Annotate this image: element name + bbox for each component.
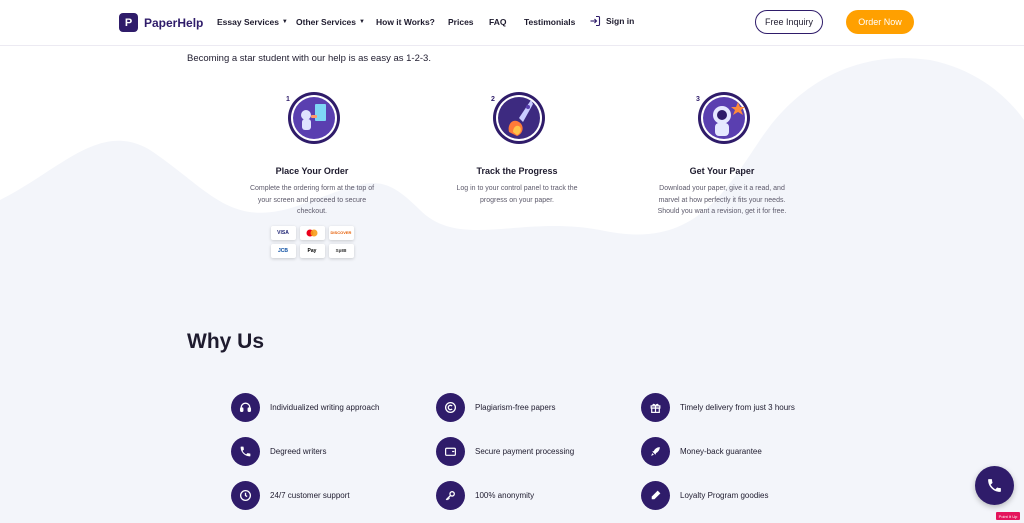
feature-label: 100% anonymity <box>475 491 535 500</box>
nav-prices[interactable]: Prices <box>448 17 474 27</box>
gift-icon <box>641 393 670 422</box>
step-title: Place Your Order <box>275 166 349 176</box>
nav-essay-services-label: Essay Services <box>217 17 279 27</box>
discover-card-icon: DISCOVER <box>328 225 354 240</box>
step-description: Complete the ordering form at the top of… <box>249 185 375 215</box>
sign-in-label: Sign in <box>606 16 635 26</box>
sepa-card-icon: Sp88 <box>328 243 354 258</box>
apple-pay-icon: Pay <box>299 243 325 258</box>
step-place-order: 1 Place Your Order Complete the ordering… <box>247 88 377 258</box>
nav-testimonials[interactable]: Testimonials <box>524 17 575 27</box>
key-icon <box>436 481 465 510</box>
phone-icon <box>231 437 260 466</box>
order-now-button[interactable]: Order Now <box>846 10 914 34</box>
feature-label: Secure payment processing <box>475 447 575 456</box>
site-header: P PaperHelp Essay Services ▼ Other Servi… <box>0 0 1024 46</box>
step-description: Log in to your control panel to track th… <box>456 185 578 204</box>
logo-text: PaperHelp <box>144 15 204 30</box>
copyright-icon <box>436 393 465 422</box>
step-title: Track the Progress <box>476 166 558 176</box>
chevron-down-icon: ▼ <box>281 19 288 25</box>
pen-icon <box>641 481 670 510</box>
nav-faq[interactable]: FAQ <box>489 17 506 27</box>
feature-label: Degreed writers <box>270 447 327 456</box>
feature-label: Money-back guarantee <box>680 447 762 456</box>
clock-icon <box>231 481 260 510</box>
step-title: Get Your Paper <box>689 166 755 176</box>
astronaut-star-illustration: 3 <box>694 88 750 146</box>
step-number: 1 <box>286 96 290 103</box>
feature-item: Money-back guarantee <box>641 437 762 466</box>
free-inquiry-button[interactable]: Free Inquiry <box>755 10 823 34</box>
wallet-icon <box>436 437 465 466</box>
phone-icon <box>988 479 1001 492</box>
chevron-down-icon: ▼ <box>359 19 365 25</box>
nav-essay-services[interactable]: Essay Services ▼ <box>217 17 288 27</box>
feature-item: Loyalty Program goodies <box>641 481 769 510</box>
feature-item: 100% anonymity <box>436 481 534 510</box>
why-us-heading: Why Us <box>187 330 265 353</box>
visa-card-icon: VISA <box>270 225 296 240</box>
feature-label: Timely delivery from just 3 hours <box>680 403 795 412</box>
intro-text: Becoming a star student with our help is… <box>187 53 431 64</box>
nav-how-it-works[interactable]: How it Works? <box>376 17 435 27</box>
payment-methods: VISA DISCOVER JCB Pay Sp88 <box>247 225 377 258</box>
nav-other-services[interactable]: Other Services ▼ <box>296 17 365 27</box>
site-logo[interactable]: P PaperHelp <box>119 13 203 32</box>
apple-pay-label: Pay <box>307 247 317 254</box>
logo-mark: P <box>119 13 138 32</box>
jcb-card-icon: JCB <box>270 243 296 258</box>
corner-badge[interactable]: Point It Up <box>996 512 1020 520</box>
feature-item: Plagiarism-free papers <box>436 393 555 422</box>
step-get-paper: 3 Get Your Paper Download your paper, gi… <box>657 88 787 218</box>
astronaut-writing-illustration: 1 <box>284 88 340 146</box>
feature-item: 24/7 customer support <box>231 481 350 510</box>
feature-item: Timely delivery from just 3 hours <box>641 393 795 422</box>
nav-other-services-label: Other Services <box>296 17 357 27</box>
step-description: Download your paper, give it a read, and… <box>657 185 787 215</box>
feature-label: Loyalty Program goodies <box>680 491 769 500</box>
sign-in-icon <box>590 15 601 27</box>
rocket-illustration: 2 <box>489 88 545 146</box>
rocket-icon <box>641 437 670 466</box>
feature-label: 24/7 customer support <box>270 491 350 500</box>
sign-in-link[interactable]: Sign in <box>589 15 634 27</box>
feature-item: Secure payment processing <box>436 437 574 466</box>
step-number: 3 <box>696 96 700 103</box>
mastercard-icon <box>299 225 325 240</box>
feature-label: Plagiarism-free papers <box>475 403 556 412</box>
headset-icon <box>231 393 260 422</box>
feature-label: Individualized writing approach <box>270 403 380 412</box>
step-track-progress: 2 Track the Progress Log in to your cont… <box>452 88 582 206</box>
call-button[interactable] <box>975 466 1014 505</box>
feature-item: Individualized writing approach <box>231 393 379 422</box>
step-number: 2 <box>491 96 495 103</box>
feature-item: Degreed writers <box>231 437 326 466</box>
